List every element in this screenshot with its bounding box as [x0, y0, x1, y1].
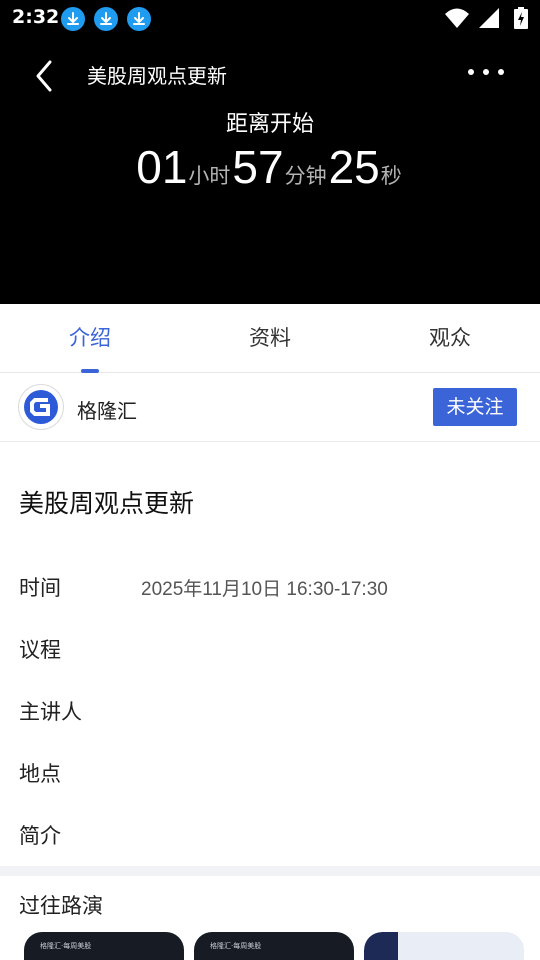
host-logo-icon: [24, 390, 58, 424]
location-label: 地点: [19, 762, 61, 786]
time-value: 2025年11月10日 16:30-17:30: [141, 579, 388, 600]
host-row: 格隆汇 未关注: [0, 373, 540, 442]
more-horizontal-icon: [468, 69, 474, 75]
more-button[interactable]: [464, 62, 508, 82]
speaker-label: 主讲人: [19, 700, 82, 724]
download-icon: [127, 7, 151, 31]
tab-materials[interactable]: 资料: [180, 304, 360, 372]
event-title: 美股周观点更新: [19, 489, 195, 518]
follow-button[interactable]: 未关注: [433, 388, 517, 426]
past-roadshows-title: 过往路演: [19, 894, 103, 918]
download-icon: [94, 7, 118, 31]
thumb-caption: 格隆汇·每周美股: [40, 942, 92, 950]
countdown-label: 距离开始: [225, 112, 314, 137]
agenda-label: 议程: [19, 638, 61, 662]
section-divider: [0, 866, 540, 876]
avatar[interactable]: [18, 384, 64, 430]
player-area: 2:32 美股周观点更新 距离开始 01小时57分钟25秒: [0, 0, 540, 304]
past-roadshow-card[interactable]: [364, 932, 524, 960]
back-button[interactable]: [28, 54, 62, 94]
download-icon: [61, 7, 85, 31]
countdown-seconds: 25: [328, 141, 380, 193]
header-bar: 美股周观点更新: [0, 48, 540, 98]
countdown-seconds-unit: 秒: [380, 164, 402, 188]
tab-intro[interactable]: 介绍: [0, 304, 180, 372]
countdown-hours-unit: 小时: [188, 164, 231, 188]
status-bar: 2:32: [0, 0, 540, 38]
status-time: 2:32: [12, 6, 60, 28]
countdown-hours: 01: [136, 141, 188, 193]
thumb-caption: 格隆汇·每周美股: [210, 942, 262, 950]
summary-label: 简介: [19, 824, 61, 848]
countdown-timer: 01小时57分钟25秒: [0, 140, 540, 194]
time-label: 时间: [19, 576, 61, 600]
wifi-icon: [445, 8, 469, 28]
thumb-image: [364, 932, 398, 960]
signal-icon: [479, 8, 499, 28]
tab-audience[interactable]: 观众: [360, 304, 540, 372]
past-roadshow-card[interactable]: 格隆汇·每周美股: [194, 932, 354, 960]
page-title: 美股周观点更新: [87, 64, 227, 88]
countdown-minutes: 57: [232, 141, 284, 193]
tab-bar: 介绍 资料 观众: [0, 304, 540, 373]
host-name[interactable]: 格隆汇: [77, 395, 137, 424]
countdown-minutes-unit: 分钟: [284, 164, 327, 188]
chevron-left-icon: [36, 60, 52, 92]
past-roadshow-card[interactable]: 格隆汇·每周美股: [24, 932, 184, 960]
battery-charging-icon: [514, 7, 528, 29]
